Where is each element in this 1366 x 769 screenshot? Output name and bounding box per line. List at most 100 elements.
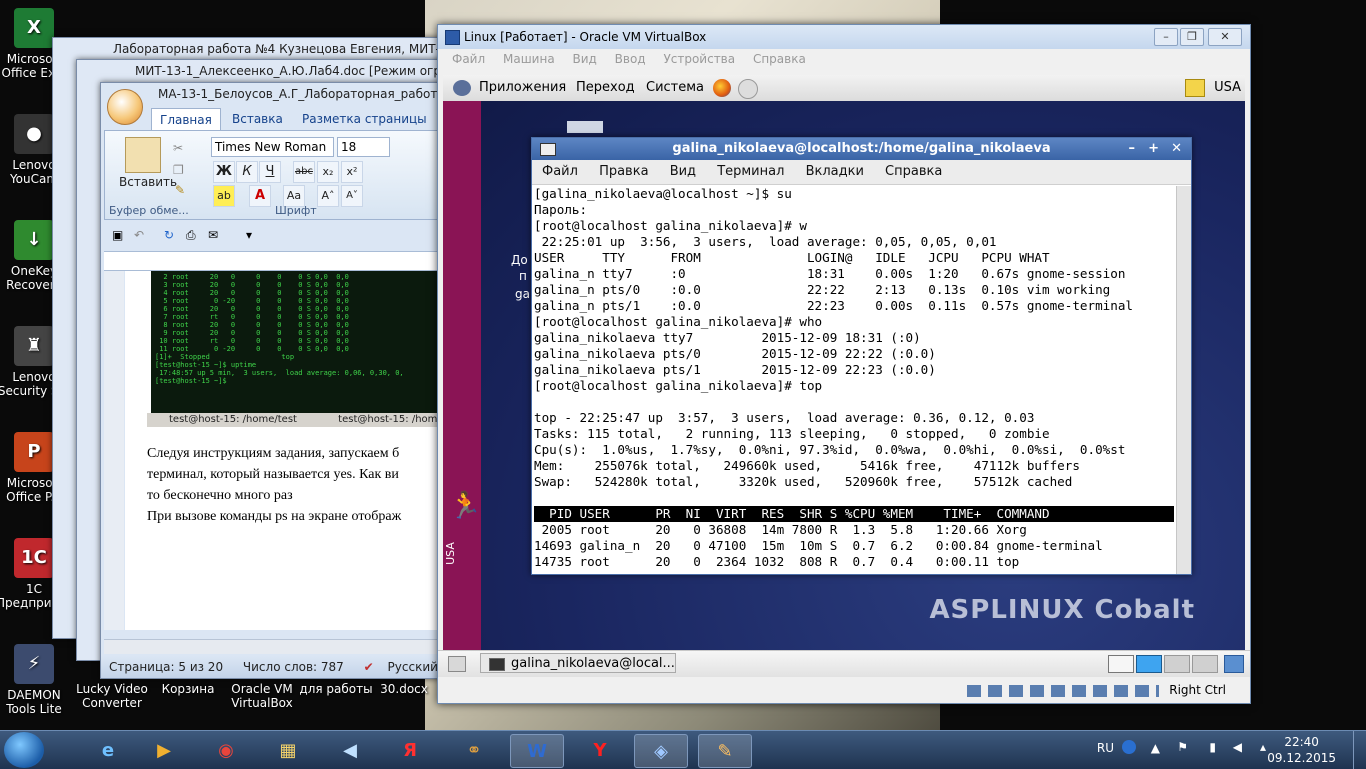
- bold-button[interactable]: Ж: [213, 161, 235, 183]
- menu-applications[interactable]: Приложения: [479, 75, 566, 101]
- menu-tabs[interactable]: Вкладки: [806, 164, 864, 179]
- redo-icon[interactable]: ↻: [164, 228, 174, 242]
- help-icon[interactable]: [1122, 740, 1136, 754]
- superscript-button[interactable]: x²: [341, 161, 363, 183]
- tab-home[interactable]: Главная: [151, 108, 221, 131]
- show-desktop-icon[interactable]: [448, 656, 466, 672]
- menu-file[interactable]: Файл: [452, 52, 485, 66]
- menu-input[interactable]: Ввод: [615, 52, 646, 66]
- terminal-output[interactable]: [galina_nikolaeva@localhost ~]$ su Пароль…: [534, 186, 1174, 574]
- status-page[interactable]: Страница: 5 из 20: [101, 660, 223, 674]
- grow-font-button[interactable]: A˄: [317, 185, 339, 207]
- workspace-3[interactable]: [1164, 655, 1190, 673]
- terminal-line: Tasks: 115 total, 2 running, 113 sleepin…: [534, 426, 1050, 441]
- gnome-terminal-window[interactable]: galina_nikolaeva@localhost:/home/galina_…: [531, 137, 1192, 575]
- start-button[interactable]: [4, 732, 44, 768]
- menu-file[interactable]: Файл: [542, 164, 578, 179]
- internet-explorer-icon[interactable]: e: [82, 734, 134, 766]
- tab-page-layout[interactable]: Разметка страницы: [302, 108, 427, 130]
- status-words[interactable]: Число слов: 787: [227, 660, 344, 674]
- close-button[interactable]: ✕: [1171, 138, 1182, 160]
- terminal-scrollbar[interactable]: [1176, 186, 1191, 574]
- language-indicator[interactable]: RU: [1097, 741, 1114, 755]
- network-icon[interactable]: ▴: [1260, 740, 1266, 754]
- workspace-2[interactable]: [1136, 655, 1162, 673]
- subscript-button[interactable]: x₂: [317, 161, 339, 183]
- maximize-button[interactable]: ❐: [1180, 28, 1204, 46]
- menu-devices[interactable]: Устройства: [663, 52, 735, 66]
- desktop-icon-virtualbox[interactable]: Oracle VM VirtualBox: [224, 682, 300, 710]
- highlight-button[interactable]: ab: [213, 185, 235, 207]
- desktop-icon[interactable]: ⚡ DAEMON Tools Lite: [0, 644, 72, 716]
- spellcheck-icon[interactable]: ✔: [348, 660, 374, 674]
- link-app-icon[interactable]: ⚭: [448, 734, 500, 766]
- tray-expand-icon[interactable]: ▲: [1151, 741, 1160, 755]
- desktop-icon-recycle-bin[interactable]: Корзина: [150, 682, 226, 696]
- print-preview-icon[interactable]: ⎙: [186, 228, 196, 243]
- workspace-4[interactable]: [1192, 655, 1218, 673]
- font-name-select[interactable]: Times New Roman: [211, 137, 334, 157]
- menu-view[interactable]: Вид: [573, 52, 597, 66]
- keyboard-layout-indicator[interactable]: USA: [1214, 75, 1241, 101]
- device-status-icons[interactable]: [967, 684, 1160, 697]
- speaker-app-icon[interactable]: ◀: [324, 734, 376, 766]
- desktop-icon-docx[interactable]: 30.docx: [376, 682, 432, 696]
- attach-icon[interactable]: ✉: [208, 228, 218, 242]
- paint-taskbar-button[interactable]: ✎: [698, 734, 752, 768]
- yandex-browser-icon[interactable]: Y: [574, 734, 626, 766]
- volume-icon[interactable]: ◀: [1233, 740, 1242, 754]
- trash-icon[interactable]: [1224, 655, 1244, 673]
- word-taskbar-button[interactable]: W: [510, 734, 564, 768]
- clock[interactable]: 22:40 09.12.2015: [1267, 734, 1336, 766]
- copy-icon[interactable]: ❐: [173, 163, 184, 177]
- minimize-button[interactable]: –: [1129, 138, 1136, 160]
- paste-icon[interactable]: [125, 137, 161, 173]
- customize-toolbar-icon[interactable]: ▾: [246, 228, 252, 242]
- underline-button[interactable]: Ч: [259, 161, 281, 183]
- menu-terminal[interactable]: Терминал: [717, 164, 784, 179]
- yandex-icon[interactable]: Я: [384, 734, 436, 766]
- desktop-icon-lucky-video[interactable]: Lucky Video Converter: [72, 682, 152, 710]
- computer-icon[interactable]: [567, 121, 603, 133]
- show-desktop-button[interactable]: [1353, 731, 1366, 769]
- font-color-button[interactable]: A: [249, 185, 271, 207]
- paste-button[interactable]: Вставить: [119, 175, 177, 189]
- tab-insert[interactable]: Вставка: [232, 108, 283, 130]
- explorer-folder-icon[interactable]: ▦: [262, 734, 314, 766]
- menu-help[interactable]: Справка: [753, 52, 806, 66]
- close-button[interactable]: ✕: [1208, 28, 1242, 46]
- desktop-app-icon: ⚡: [14, 644, 54, 684]
- desktop-icon-folder-work[interactable]: для работы: [298, 682, 374, 696]
- menu-places[interactable]: Переход: [576, 75, 635, 101]
- video-player-icon[interactable]: ▶: [138, 734, 190, 766]
- strikethrough-button[interactable]: abc: [293, 161, 315, 183]
- save-icon[interactable]: ▣: [112, 228, 123, 242]
- guest-task-button[interactable]: galina_nikolaeva@local...: [480, 653, 676, 673]
- status-language[interactable]: Русский (Россия: [378, 660, 441, 674]
- document-page[interactable]: 2 root 20 0 0 0 0 S 0,0 0,0 3 root 20 0 …: [125, 271, 441, 630]
- word-window-front[interactable]: МА-13-1_Белоусов_А.Г_Лабораторная_работа…: [100, 82, 442, 679]
- maximize-button[interactable]: +: [1148, 138, 1159, 160]
- firefox-icon[interactable]: [713, 79, 731, 97]
- workspace-1[interactable]: [1108, 655, 1134, 673]
- action-center-icon[interactable]: ⚑: [1177, 740, 1188, 754]
- gnome-foot-icon[interactable]: [453, 80, 471, 96]
- desktop-icon-label: 30.docx: [380, 682, 428, 696]
- menu-machine[interactable]: Машина: [503, 52, 555, 66]
- shrink-font-button[interactable]: A˅: [341, 185, 363, 207]
- italic-button[interactable]: К: [236, 161, 258, 183]
- chrome-icon[interactable]: ◉: [200, 734, 252, 766]
- minimize-button[interactable]: –: [1154, 28, 1178, 46]
- horizontal-scrollbar[interactable]: [104, 639, 441, 654]
- menu-system[interactable]: Система: [646, 75, 704, 101]
- menu-help[interactable]: Справка: [885, 164, 942, 179]
- undo-icon[interactable]: ↶: [134, 228, 144, 242]
- format-painter-icon[interactable]: ✎: [175, 183, 185, 197]
- battery-icon[interactable]: ▮: [1209, 740, 1216, 754]
- cut-icon[interactable]: ✂: [173, 141, 183, 155]
- mail-icon[interactable]: [738, 79, 758, 99]
- virtualbox-taskbar-button[interactable]: ◈: [634, 734, 688, 768]
- font-size-select[interactable]: 18: [337, 137, 390, 157]
- menu-edit[interactable]: Правка: [599, 164, 648, 179]
- menu-view[interactable]: Вид: [670, 164, 696, 179]
